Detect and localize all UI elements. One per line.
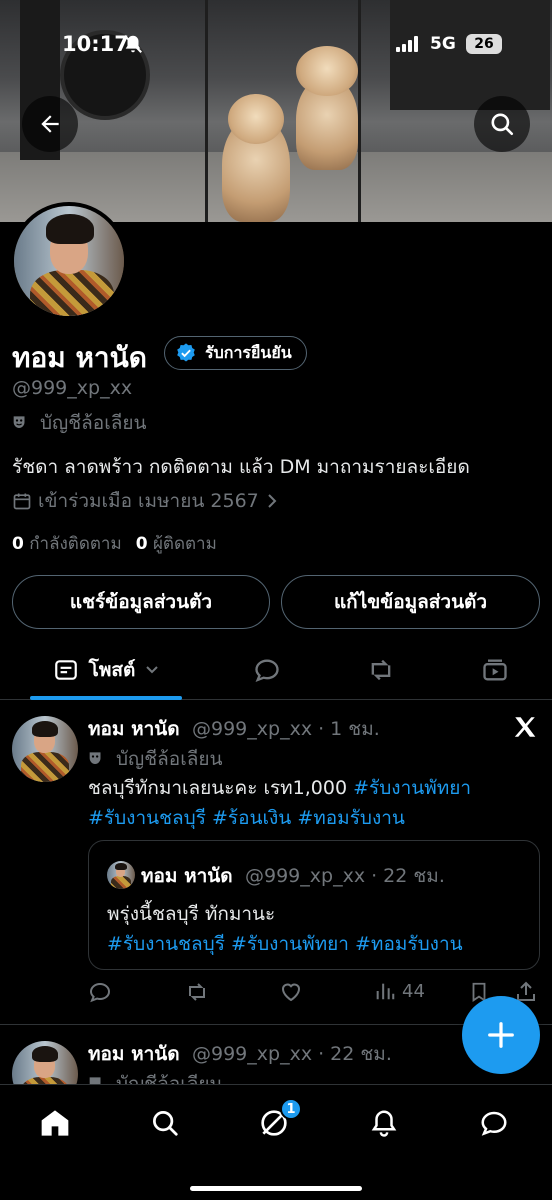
compose-post-button[interactable] bbox=[462, 996, 540, 1074]
x-logo-icon bbox=[514, 717, 536, 737]
hashtag[interactable]: #รับงานพัทยา bbox=[353, 777, 471, 799]
followers-label: ผู้ติดตาม bbox=[152, 534, 217, 554]
masks-icon bbox=[89, 752, 101, 764]
profile-avatar[interactable] bbox=[10, 202, 128, 320]
get-verified-button[interactable]: รับการยืนยัน bbox=[164, 336, 307, 370]
repost-icon bbox=[371, 659, 391, 681]
hashtag[interactable]: #รับงานชลบุรี bbox=[88, 807, 206, 829]
nav-messages[interactable] bbox=[474, 1103, 514, 1143]
banner-cat-back-head bbox=[228, 94, 284, 144]
post-parody-label: บัญชีล้อเลียน bbox=[88, 1069, 222, 1085]
quoted-meta: @999_xp_xx · 22 ชม. bbox=[245, 865, 445, 887]
post-author-name[interactable]: ทอม หานัด bbox=[88, 1039, 180, 1069]
tab-replies[interactable] bbox=[232, 640, 302, 700]
chevron-down-icon bbox=[146, 666, 159, 674]
notification-badge: 1 bbox=[280, 1098, 302, 1120]
heart-icon bbox=[281, 983, 301, 1002]
follow-stats: 0 กำลังติดตาม 0 ผู้ติดตาม bbox=[12, 530, 217, 557]
nav-home[interactable] bbox=[35, 1103, 75, 1143]
reply-icon bbox=[255, 659, 279, 682]
tab-posts[interactable]: โพสต์ bbox=[30, 640, 182, 700]
battery-level: 26 bbox=[466, 34, 502, 54]
views-button[interactable]: 44 bbox=[374, 980, 425, 1002]
search-button[interactable] bbox=[474, 96, 530, 152]
signal-icon bbox=[396, 36, 418, 52]
hashtag[interactable]: #รับงานพัทยา bbox=[231, 933, 349, 955]
plus-icon bbox=[488, 1022, 514, 1048]
share-profile-button[interactable]: แชร์ข้อมูลส่วนตัว bbox=[12, 575, 270, 629]
get-verified-label: รับการยืนยัน bbox=[205, 342, 292, 362]
hashtag[interactable]: #ทอมรับงาน bbox=[355, 933, 463, 955]
post-author-name[interactable]: ทอม หานัด bbox=[88, 714, 180, 744]
verified-badge-icon bbox=[177, 343, 195, 362]
quoted-text-body: พรุ่งนี้ชลบุรี ทักมานะ bbox=[107, 903, 276, 925]
post-avatar[interactable] bbox=[12, 1041, 78, 1085]
hashtag[interactable]: #ร้อนเงิน bbox=[212, 807, 291, 829]
nav-notifications[interactable] bbox=[364, 1103, 404, 1143]
nav-search[interactable] bbox=[145, 1103, 185, 1143]
following-link[interactable]: 0 กำลังติดตาม bbox=[12, 530, 122, 557]
reply-button[interactable] bbox=[88, 980, 112, 1004]
quoted-author-name: ทอม หานัด bbox=[141, 865, 233, 887]
post-meta: @999_xp_xx · 1 ชม. bbox=[192, 718, 380, 740]
tab-media[interactable] bbox=[460, 640, 530, 700]
views-count: 44 bbox=[402, 980, 425, 1002]
network-type: 5G bbox=[430, 34, 456, 54]
post-text-body: ชลบุรีทักมาเลยนะคะ เรท1,000 bbox=[88, 777, 354, 799]
masks-icon bbox=[13, 416, 25, 428]
quoted-avatar bbox=[107, 861, 135, 889]
following-count: 0 bbox=[12, 534, 24, 554]
post-text: ชลบุรีทักมาเลยนะคะ เรท1,000 #รับงานพัทยา… bbox=[88, 773, 538, 833]
chevron-right-icon bbox=[268, 494, 277, 508]
bell-icon bbox=[371, 1110, 397, 1137]
post-parody-text: บัญชีล้อเลียน bbox=[116, 1073, 223, 1085]
quoted-post[interactable]: ทอม หานัด @999_xp_xx · 22 ชม. พรุ่งนี้ชล… bbox=[88, 840, 540, 970]
home-indicator bbox=[190, 1186, 362, 1191]
back-button[interactable] bbox=[22, 96, 78, 152]
home-icon bbox=[41, 1110, 69, 1136]
messages-icon bbox=[481, 1111, 507, 1136]
repost-icon bbox=[189, 983, 205, 1001]
tab-reposts[interactable] bbox=[346, 640, 416, 700]
posts-icon bbox=[54, 660, 77, 680]
arrow-left-icon bbox=[41, 115, 59, 133]
status-bar: 10:17 5G 26 bbox=[0, 0, 552, 90]
reply-icon bbox=[89, 982, 111, 1003]
calendar-icon bbox=[13, 493, 31, 510]
hashtag[interactable]: #รับงานชลบุรี bbox=[107, 933, 225, 955]
hashtag[interactable]: #ทอมรับงาน bbox=[297, 807, 405, 829]
media-icon bbox=[483, 659, 507, 681]
bell-mute-icon bbox=[124, 35, 142, 53]
profile-bio: รัชดา ลาดพร้าว กดติดตาม แล้ว DM มาถามราย… bbox=[12, 456, 470, 478]
profile-tabs: โพสต์ bbox=[0, 640, 552, 700]
parody-label-text: บัญชีล้อเลียน bbox=[40, 412, 147, 434]
tab-posts-label: โพสต์ bbox=[88, 659, 136, 681]
parody-account-label: บัญชีล้อเลียน bbox=[12, 408, 146, 438]
following-label: กำลังติดตาม bbox=[29, 534, 122, 554]
post-parody-label: บัญชีล้อเลียน bbox=[88, 744, 222, 774]
profile-handle: @999_xp_xx bbox=[12, 377, 133, 399]
followers-link[interactable]: 0 ผู้ติดตาม bbox=[136, 530, 217, 557]
profile-name: ทอม หานัด bbox=[12, 341, 147, 374]
quoted-text: พรุ่งนี้ชลบุรี ทักมานะ #รับงานชลบุรี #รั… bbox=[107, 899, 527, 959]
status-time: 10:17 bbox=[62, 32, 129, 56]
post-parody-text: บัญชีล้อเลียน bbox=[116, 748, 223, 770]
like-button[interactable] bbox=[278, 980, 304, 1004]
views-icon bbox=[376, 983, 395, 1000]
post-meta: @999_xp_xx · 22 ชม. bbox=[192, 1043, 392, 1065]
join-date-text: เข้าร่วมเมือ เมษายน 2567 bbox=[38, 490, 259, 512]
bottom-navigation bbox=[0, 1084, 552, 1200]
followers-count: 0 bbox=[135, 534, 148, 554]
edit-profile-button[interactable]: แก้ไขข้อมูลส่วนตัว bbox=[281, 575, 540, 629]
search-icon bbox=[491, 113, 514, 136]
join-date[interactable]: เข้าร่วมเมือ เมษายน 2567 bbox=[12, 486, 279, 516]
repost-button[interactable] bbox=[184, 980, 210, 1004]
post-avatar[interactable] bbox=[12, 716, 78, 782]
search-icon bbox=[153, 1111, 178, 1136]
